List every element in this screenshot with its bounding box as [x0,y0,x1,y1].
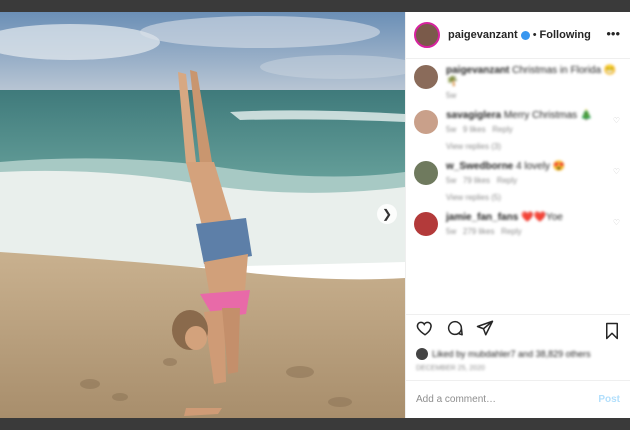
avatar[interactable] [414,22,440,48]
comment-avatar[interactable] [414,212,438,236]
post-header: paigevanzant • Following ••• [406,12,630,59]
action-bar [406,314,630,346]
comment-username[interactable]: savagiglera [446,110,501,121]
comment-time: 5w [446,227,457,236]
following-button[interactable]: Following [540,29,591,41]
comment-likes[interactable]: 279 likes [463,227,495,236]
view-replies-button[interactable]: View replies (3) [446,142,622,151]
post-button[interactable]: Post [598,394,620,405]
likes-text[interactable]: Liked by mubdahler7 and 38,829 others [432,349,591,359]
caption: paigevanzant Christmas in Florida 😁🌴 5w [414,65,622,100]
comment-item: jamie_fan_fans ❤️❤️Yoe 5w 279 likes Repl… [414,212,622,236]
separator-dot: • [532,29,537,41]
comment-likes[interactable]: 79 likes [463,176,490,185]
comment-text: Merry Christmas 🎄 [503,110,593,121]
comment-icon[interactable] [446,319,464,342]
verified-badge-icon [520,30,530,40]
comment-username[interactable]: w_Swedborne [446,161,513,172]
beach-photo [0,12,405,418]
comment-text: 4 lovely 😍 [516,161,566,172]
comment-avatar[interactable] [414,161,438,185]
comment-time: 5w [446,125,457,134]
chevron-right-icon[interactable]: ❯ [377,204,397,224]
comment-avatar[interactable] [414,110,438,134]
comments-list[interactable]: paigevanzant Christmas in Florida 😁🌴 5w … [406,59,630,314]
bookmark-icon[interactable] [604,322,620,345]
post-modal: ❯ paigevanzant • Following ••• paigevanz… [0,12,630,418]
likes-row: Liked by mubdahler7 and 38,829 others [406,346,630,362]
post-photo[interactable]: ❯ [0,12,405,418]
more-options-icon[interactable]: ••• [606,26,620,41]
comment-input[interactable] [416,394,599,405]
comment-time: 5w [446,176,457,185]
comment-likes[interactable]: 9 likes [463,125,486,134]
reply-button[interactable]: Reply [501,227,521,236]
view-replies-button[interactable]: View replies (5) [446,193,622,202]
liker-avatar[interactable] [416,348,428,360]
add-comment-bar: Post [406,380,630,418]
comment-heart-icon[interactable]: ♡ [613,116,620,125]
comment-heart-icon[interactable]: ♡ [613,218,620,227]
caption-avatar[interactable] [414,65,438,89]
reply-button[interactable]: Reply [497,176,517,185]
comment-item: w_Swedborne 4 lovely 😍 5w 79 likes Reply… [414,161,622,202]
header-username[interactable]: paigevanzant [448,29,518,41]
share-icon[interactable] [476,319,494,342]
caption-username[interactable]: paigevanzant [446,65,509,76]
post-sidebar: paigevanzant • Following ••• paigevanzan… [405,12,630,418]
comment-heart-icon[interactable]: ♡ [613,167,620,176]
post-date: DECEMBER 25, 2020 [416,365,485,372]
comment-username[interactable]: jamie_fan_fans [446,212,518,223]
caption-time: 5w [446,91,457,100]
reply-button[interactable]: Reply [492,125,512,134]
heart-icon[interactable] [416,319,434,342]
comment-item: savagiglera Merry Christmas 🎄 5w 9 likes… [414,110,622,151]
comment-text: ❤️❤️Yoe [521,212,563,223]
